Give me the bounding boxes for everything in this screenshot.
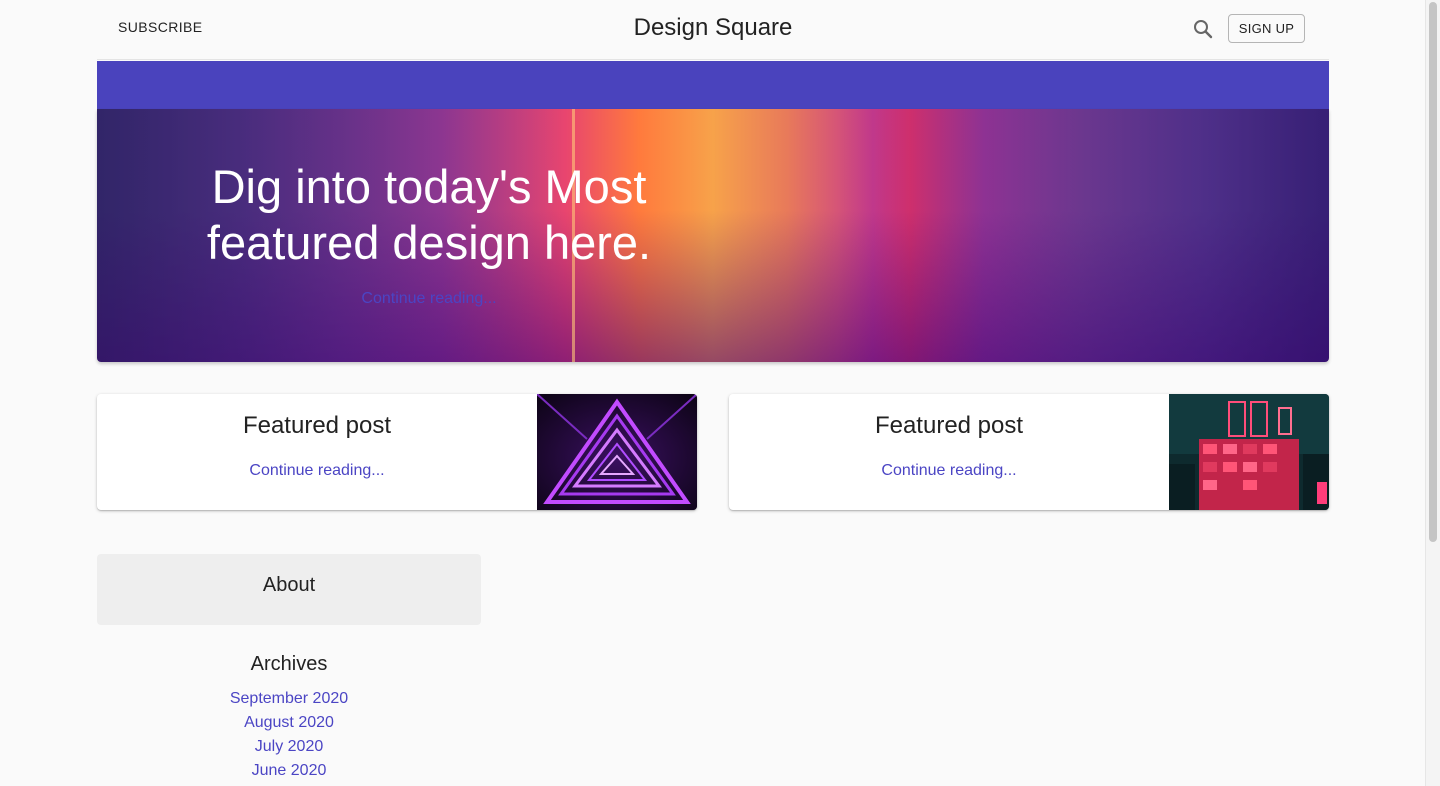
site-title: Design Square	[633, 14, 793, 41]
neon-city-image	[1169, 394, 1329, 510]
hero-continue-reading-link[interactable]: Continue reading...	[187, 290, 671, 308]
about-panel: About	[97, 554, 481, 625]
archive-link[interactable]: September 2020	[230, 690, 348, 707]
featured-post-card[interactable]: Featured post Continue reading...	[729, 394, 1329, 510]
list-item: August 2020	[97, 712, 481, 736]
hero-banner: Dig into today's Most featured design he…	[97, 109, 1329, 362]
featured-post-title: Featured post	[242, 412, 392, 439]
scrollbar-thumb[interactable]	[1429, 2, 1437, 542]
search-button[interactable]	[1191, 17, 1215, 41]
scrollbar[interactable]	[1425, 0, 1440, 786]
archive-link[interactable]: August 2020	[244, 714, 334, 731]
archives-title: Archives	[250, 653, 328, 675]
sign-up-button[interactable]: SIGN UP	[1228, 14, 1305, 43]
nav-bar	[97, 61, 1329, 109]
featured-post-image	[1169, 394, 1329, 510]
featured-post-image	[537, 394, 697, 510]
list-item: September 2020	[97, 688, 481, 712]
featured-post-card[interactable]: Featured post Continue reading...	[97, 394, 697, 510]
archive-link[interactable]: July 2020	[255, 738, 324, 755]
hero-title: Dig into today's Most featured design he…	[206, 160, 652, 269]
app-header: SUBSCRIBE Design Square SIGN UP	[97, 0, 1329, 60]
archives-list: September 2020 August 2020 July 2020 Jun…	[97, 688, 481, 784]
list-item: June 2020	[97, 760, 481, 784]
featured-post-title: Featured post	[874, 412, 1024, 439]
archive-link[interactable]: June 2020	[252, 762, 327, 779]
neon-triangle-image	[537, 394, 697, 510]
search-icon	[1194, 20, 1213, 39]
about-title: About	[262, 574, 316, 596]
list-item: July 2020	[97, 736, 481, 760]
featured-post-continue-link[interactable]: Continue reading...	[97, 462, 537, 480]
featured-post-continue-link[interactable]: Continue reading...	[729, 462, 1169, 480]
